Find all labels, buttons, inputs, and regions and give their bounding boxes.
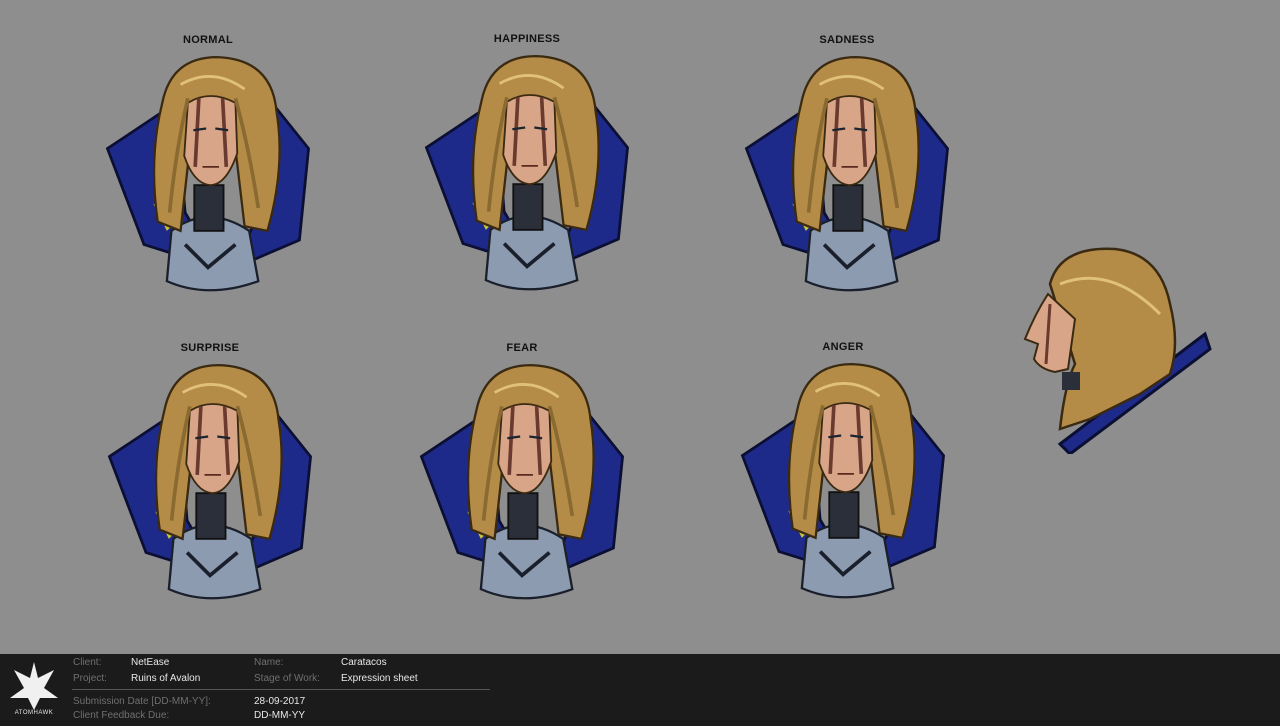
expression-label: ANGER	[822, 341, 864, 353]
feedback-due-value: DD-MM-YY	[254, 710, 306, 721]
expression-label: FEAR	[506, 342, 538, 354]
profile-view-image	[1023, 247, 1212, 454]
expression-sadness: SADNESS	[717, 34, 977, 314]
stage-label: Stage of Work:	[254, 673, 320, 684]
expression-label: HAPPINESS	[493, 33, 561, 45]
expression-label: SURPRISE	[180, 342, 240, 354]
expression-happiness: HAPPINESS	[397, 33, 657, 313]
submission-date-value: 28-09-2017	[254, 696, 306, 707]
expression-surprise: SURPRISE	[80, 342, 340, 622]
portrait-anger-image	[740, 362, 946, 600]
client-value: NetEase	[131, 657, 170, 668]
submission-date-label: Submission Date [DD-MM-YY]:	[73, 696, 211, 707]
project-label: Project:	[73, 673, 107, 684]
logo-text: ATOMHAWK	[14, 710, 54, 716]
expression-fear: FEAR	[392, 342, 652, 622]
expression-normal: NORMAL	[78, 34, 338, 314]
portrait-normal-image	[105, 55, 311, 293]
name-value: Caratacos	[341, 657, 387, 668]
footer-divider	[72, 689, 490, 690]
expression-label: SADNESS	[819, 34, 875, 46]
project-value: Ruins of Avalon	[131, 673, 201, 684]
expression-sheet: NORMAL HAPPINESS SADNESS SURPRISE FEAR A…	[0, 0, 1280, 654]
feedback-due-label: Client Feedback Due:	[73, 710, 170, 721]
portrait-happiness-image	[424, 54, 630, 292]
expression-label: NORMAL	[182, 34, 234, 46]
portrait-sadness-image	[744, 55, 950, 293]
name-label: Name:	[254, 657, 284, 668]
portrait-surprise-image	[107, 363, 313, 601]
expression-anger: ANGER	[713, 341, 973, 621]
portrait-fear-image	[419, 363, 625, 601]
client-label: Client:	[73, 657, 102, 668]
footer-info-bar: ATOMHAWK	[0, 654, 1280, 726]
stage-value: Expression sheet	[341, 673, 418, 684]
